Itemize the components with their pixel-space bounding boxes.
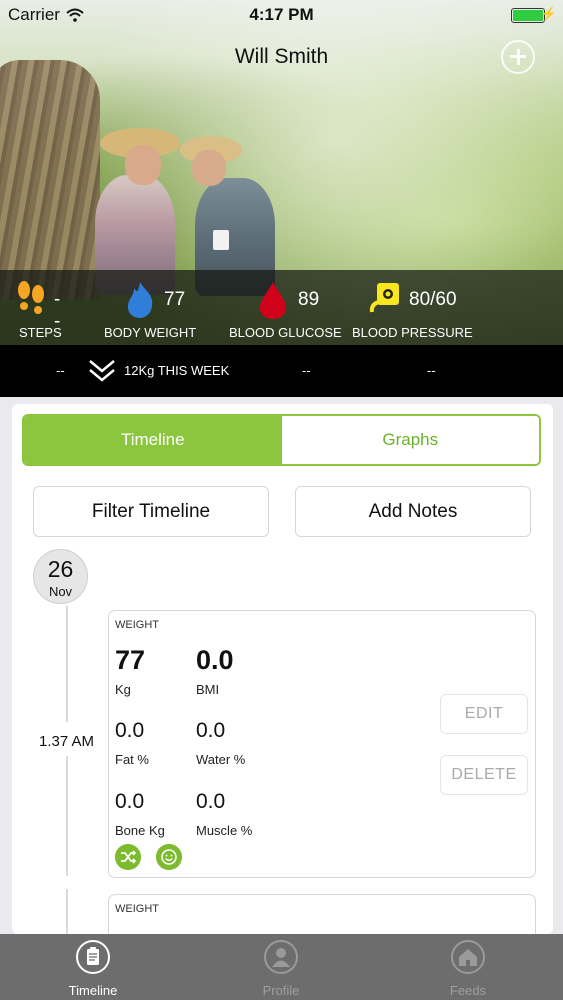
blood-pressure-value: 80/60 <box>409 289 457 310</box>
footprints-icon <box>18 281 44 314</box>
tabbar-label: Feeds <box>449 983 487 998</box>
tab-timeline[interactable]: Timeline <box>24 416 282 464</box>
bottom-tab-bar: Timeline Profile Feeds <box>0 934 563 1000</box>
weight-unit-label: Kg <box>115 682 131 697</box>
muscle-value: 0.0 <box>196 790 226 813</box>
fat-label: Fat % <box>115 752 149 767</box>
weekly-change-label: 12Kg THIS WEEK <box>124 363 230 378</box>
add-notes-button[interactable]: Add Notes <box>295 486 531 537</box>
blood-glucose-label: BLOOD GLUCOSE <box>229 325 342 340</box>
entry-type-label: WEIGHT <box>115 903 159 915</box>
tabbar-label: Profile <box>262 983 300 998</box>
tabbar-item-feeds[interactable]: Feeds <box>408 934 528 1000</box>
background-photo <box>0 60 100 300</box>
photo-face <box>192 150 226 186</box>
weight-value: 77 <box>115 645 146 675</box>
pressure-weekly-value: -- <box>427 363 436 378</box>
tab-graphs[interactable]: Graphs <box>281 416 539 464</box>
muscle-label: Muscle % <box>196 823 253 838</box>
filter-timeline-button[interactable]: Filter Timeline <box>33 486 269 537</box>
blood-glucose-value: 89 <box>298 289 320 310</box>
add-icon[interactable] <box>501 40 535 74</box>
weight-entry-card: WEIGHT <box>108 894 536 934</box>
status-bar: Carrier 4:17 PM ⚡ <box>0 0 563 30</box>
delete-button[interactable]: DELETE <box>440 755 528 795</box>
segmented-control: Timeline Graphs <box>22 414 541 466</box>
timeline-line <box>66 756 68 876</box>
profile-icon <box>264 940 298 974</box>
date-day: 26 <box>47 556 74 582</box>
page-title: Will Smith <box>234 45 329 68</box>
smiley-icon[interactable] <box>156 844 182 870</box>
bone-value: 0.0 <box>115 790 145 813</box>
bp-monitor-icon <box>369 283 399 313</box>
profile-header: Carrier 4:17 PM ⚡ Will Smith -- STEPS 77 <box>0 0 563 397</box>
bmi-label: BMI <box>196 682 220 697</box>
bmi-value: 0.0 <box>196 645 234 675</box>
weight-entry-card: WEIGHT 77 Kg 0.0 BMI 0.0 Fat % 0.0 Water… <box>108 610 536 878</box>
fat-value: 0.0 <box>115 719 145 742</box>
metrics-bar: -- STEPS 77 BODY WEIGHT 89 BLOOD GLUCOSE… <box>0 270 563 345</box>
water-label: Water % <box>196 752 246 767</box>
bone-label: Bone Kg <box>115 823 165 838</box>
photo-face <box>125 145 161 185</box>
home-icon <box>451 940 485 974</box>
date-month: Nov <box>48 584 73 599</box>
clipboard-icon <box>76 940 110 974</box>
timeline-line <box>66 606 68 722</box>
blood-pressure-label: BLOOD PRESSURE <box>352 325 473 340</box>
tabbar-item-timeline[interactable]: Timeline <box>33 934 153 1000</box>
edit-button[interactable]: EDIT <box>440 694 528 734</box>
entry-time: 1.37 AM <box>39 733 95 750</box>
weekly-summary-bar: -- 12Kg THIS WEEK -- -- <box>0 345 563 397</box>
steps-label: STEPS <box>19 325 62 340</box>
tabbar-label: Timeline <box>68 983 118 998</box>
flame-icon <box>127 282 153 318</box>
timeline-card: Timeline Graphs Filter Timeline Add Note… <box>12 404 553 934</box>
glucose-weekly-value: -- <box>302 363 311 378</box>
chevron-down-icon[interactable] <box>88 357 116 385</box>
blood-drop-icon <box>260 282 286 319</box>
clock: 4:17 PM <box>249 5 314 24</box>
charging-icon: ⚡ <box>540 6 557 21</box>
photo-cup <box>213 230 229 250</box>
water-value: 0.0 <box>196 719 226 742</box>
entry-type-label: WEIGHT <box>115 619 159 631</box>
steps-weekly-value: -- <box>56 363 65 378</box>
tabbar-item-profile[interactable]: Profile <box>221 934 341 1000</box>
date-badge: 26 Nov <box>33 549 88 604</box>
shuffle-icon[interactable] <box>115 844 141 870</box>
body-weight-label: BODY WEIGHT <box>104 325 197 340</box>
body-weight-value: 77 <box>164 289 186 310</box>
timeline-line <box>66 889 68 934</box>
